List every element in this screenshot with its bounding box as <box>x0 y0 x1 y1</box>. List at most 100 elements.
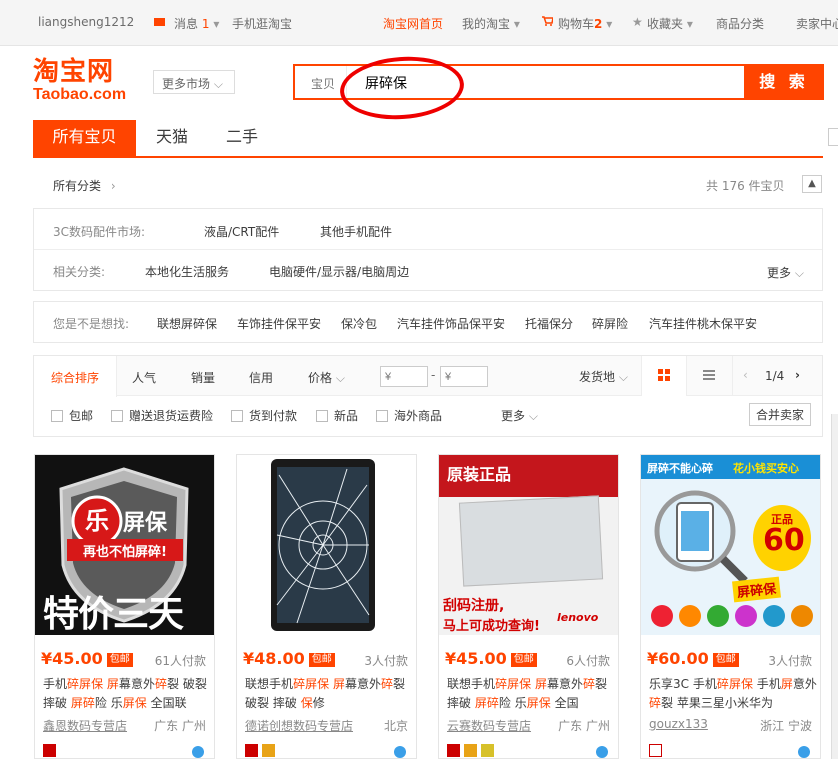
wangwang-chat-icon[interactable] <box>798 746 810 758</box>
deal-count: 3人付款 <box>364 654 408 668</box>
price-min-input[interactable] <box>380 366 428 387</box>
star-icon: ★ <box>632 15 643 29</box>
chevron-down-icon: ⌵ <box>332 371 345 385</box>
categories-link[interactable]: 商品分类 <box>716 15 764 32</box>
shop-link[interactable]: gouzx133 <box>649 717 708 731</box>
suggest-item[interactable]: 碎屏险 <box>592 315 628 332</box>
filter-lcd[interactable]: 液晶/CRT配件 <box>204 223 279 240</box>
divider <box>34 249 822 250</box>
svg-text:乐: 乐 <box>85 507 109 535</box>
seller-center-link[interactable]: 卖家中心 <box>796 15 838 32</box>
wangwang-chat-icon[interactable] <box>394 746 406 758</box>
product-card[interactable]: 乐 屏保 再也不怕屏碎! 特价三天 ¥45.00 包邮 61人付款 手机碎屏保 屏… <box>34 454 215 759</box>
logo-chinese: 淘宝网 <box>33 57 115 87</box>
messages-link[interactable]: 消息 1 ▾ <box>174 15 219 32</box>
wangwang-chat-icon[interactable] <box>596 746 608 758</box>
sort-price[interactable]: 价格 ⌵ <box>308 369 345 386</box>
credit-icon <box>481 744 494 757</box>
product-title[interactable]: 手机碎屏保 屏幕意外碎裂 破裂 摔破 屏碎险 乐屏保 全国联 <box>43 675 211 713</box>
breadcrumb-all-categories: 所有分类 <box>53 179 102 193</box>
filter-more-button[interactable]: 更多 ⌵ <box>767 264 804 281</box>
taobao-logo[interactable]: 淘宝网 Taobao.com <box>33 58 143 104</box>
collapse-button[interactable]: ▲ <box>802 175 822 193</box>
suggest-item[interactable]: 联想屏碎保 <box>157 315 217 332</box>
image-text: 刮码注册, <box>443 598 505 614</box>
feature-icon <box>707 605 729 627</box>
shop-link[interactable]: 鑫恩数码专营店 <box>43 717 127 734</box>
option-return-insurance[interactable]: 赠送退货运费险 <box>111 407 213 424</box>
search-button[interactable]: 搜 索 <box>744 64 824 100</box>
checkbox <box>231 410 243 422</box>
product-title[interactable]: 乐享3C 手机碎屏保 手机屏意外碎裂 苹果三星小米华为 <box>649 675 817 713</box>
chevron-down-icon: ▾ <box>513 17 520 31</box>
ship-from-select[interactable]: 发货地 ⌵ <box>579 368 628 385</box>
product-image[interactable]: 原装正品 刮码注册, 马上可成功查询! lenovo <box>439 455 618 635</box>
filter-other-phone-accessories[interactable]: 其他手机配件 <box>320 223 392 240</box>
cracked-phone-icon <box>271 459 375 631</box>
my-taobao-link[interactable]: 我的淘宝 ▾ <box>462 15 520 32</box>
search-category-select[interactable]: 宝贝 <box>295 66 347 98</box>
image-text: 原装正品 <box>447 465 512 484</box>
cart-link[interactable]: 购物车2 ▾ <box>558 15 612 32</box>
wangwang-chat-icon[interactable] <box>192 746 204 758</box>
price-max-input[interactable] <box>440 366 488 387</box>
next-page-icon[interactable]: › <box>795 368 800 382</box>
tab-tmall[interactable]: 天猫 <box>140 120 204 158</box>
product-title[interactable]: 联想手机碎屏保 屏幕意外碎裂 摔破 屏碎险 乐屏保 全国 <box>447 675 615 713</box>
list-view-button[interactable] <box>687 356 733 396</box>
sort-popularity[interactable]: 人气 <box>132 369 156 386</box>
shop-link[interactable]: 云赛数码专营店 <box>447 717 531 734</box>
product-card[interactable]: 原装正品 刮码注册, 马上可成功查询! lenovo ¥45.00 包邮 6人付款… <box>438 454 619 759</box>
product-title[interactable]: 联想手机碎屏保 屏幕意外碎裂 破裂 摔破 保修 <box>245 675 413 713</box>
image-text: 屏碎不能心碎 <box>647 462 713 475</box>
filter-panel: 3C数码配件市场: 液晶/CRT配件 其他手机配件 相关分类: 本地化生活服务 … <box>33 208 823 291</box>
feature-icon <box>651 605 673 627</box>
filter-pc-hardware[interactable]: 电脑硬件/显示器/电脑周边 <box>269 263 409 280</box>
suggest-item[interactable]: 汽车挂件饰品保平安 <box>397 315 505 332</box>
image-text: 屏碎保 <box>732 576 781 603</box>
more-markets-label: 更多市场 <box>162 77 211 91</box>
options-more-button[interactable]: 更多 ⌵ <box>501 407 538 424</box>
filter-local-services[interactable]: 本地化生活服务 <box>145 263 229 280</box>
sort-sales[interactable]: 销量 <box>191 369 215 386</box>
image-text: 屏保 <box>123 511 168 536</box>
favorites-link[interactable]: 收藏夹 ▾ <box>647 15 693 32</box>
product-image[interactable]: 乐 屏保 再也不怕屏碎! 特价三天 <box>35 455 214 635</box>
option-overseas[interactable]: 海外商品 <box>376 407 442 424</box>
tab-all[interactable]: 所有宝贝 <box>33 120 136 158</box>
prev-page-icon[interactable]: ‹ <box>743 368 748 382</box>
sort-credit[interactable]: 信用 <box>249 369 273 386</box>
mobile-link[interactable]: 手机逛淘宝 <box>232 15 292 32</box>
suggest-item[interactable]: 车饰挂件保平安 <box>237 315 321 332</box>
option-new[interactable]: 新品 <box>316 407 358 424</box>
option-free-shipping[interactable]: 包邮 <box>51 407 93 424</box>
breadcrumb[interactable]: 所有分类 › <box>53 177 116 194</box>
page-indicator: 1/4 <box>765 369 785 383</box>
scrollbar[interactable] <box>831 414 838 759</box>
more-markets-button[interactable]: 更多市场 ⌵ <box>153 70 235 94</box>
sort-default[interactable]: 综合排序 <box>51 369 99 386</box>
suggest-item[interactable]: 汽车挂件桃木保平安 <box>649 315 757 332</box>
product-price: ¥60.00 包邮 <box>647 649 739 668</box>
suggest-item[interactable]: 托福保分 <box>525 315 573 332</box>
image-text: 马上可成功查询! <box>443 619 540 634</box>
merge-sellers-button[interactable]: 合并卖家 <box>749 403 812 426</box>
tmall-icon <box>43 744 56 757</box>
suggest-item[interactable]: 保冷包 <box>341 315 377 332</box>
home-link[interactable]: 淘宝网首页 <box>383 15 443 32</box>
shop-link[interactable]: 德诺创想数码专营店 <box>245 717 353 734</box>
suggestion-bar: 您是不是想找: 联想屏碎保 车饰挂件保平安 保冷包 汽车挂件饰品保平安 托福保分… <box>33 301 823 343</box>
location: 广东 广州 <box>154 719 206 733</box>
suggest-label: 您是不是想找: <box>53 317 130 331</box>
feature-icons <box>651 605 813 629</box>
chevron-down-icon: ⌵ <box>525 409 538 423</box>
product-image[interactable] <box>237 455 416 635</box>
product-image[interactable]: 屏碎不能心碎 花小钱买安心 正品 60 屏碎保 <box>641 455 820 635</box>
grid-view-button[interactable] <box>641 356 687 396</box>
product-card[interactable]: 屏碎不能心碎 花小钱买安心 正品 60 屏碎保 ¥60.00 包邮 3人付款 乐享… <box>640 454 821 759</box>
username-link[interactable]: liangsheng1212 <box>38 15 134 29</box>
free-shipping-badge: 包邮 <box>106 653 133 667</box>
option-cod[interactable]: 货到付款 <box>231 407 297 424</box>
tab-secondhand[interactable]: 二手 <box>210 120 274 158</box>
product-card[interactable]: ¥48.00 包邮 3人付款 联想手机碎屏保 屏幕意外碎裂 破裂 摔破 保修 德诺… <box>236 454 417 759</box>
